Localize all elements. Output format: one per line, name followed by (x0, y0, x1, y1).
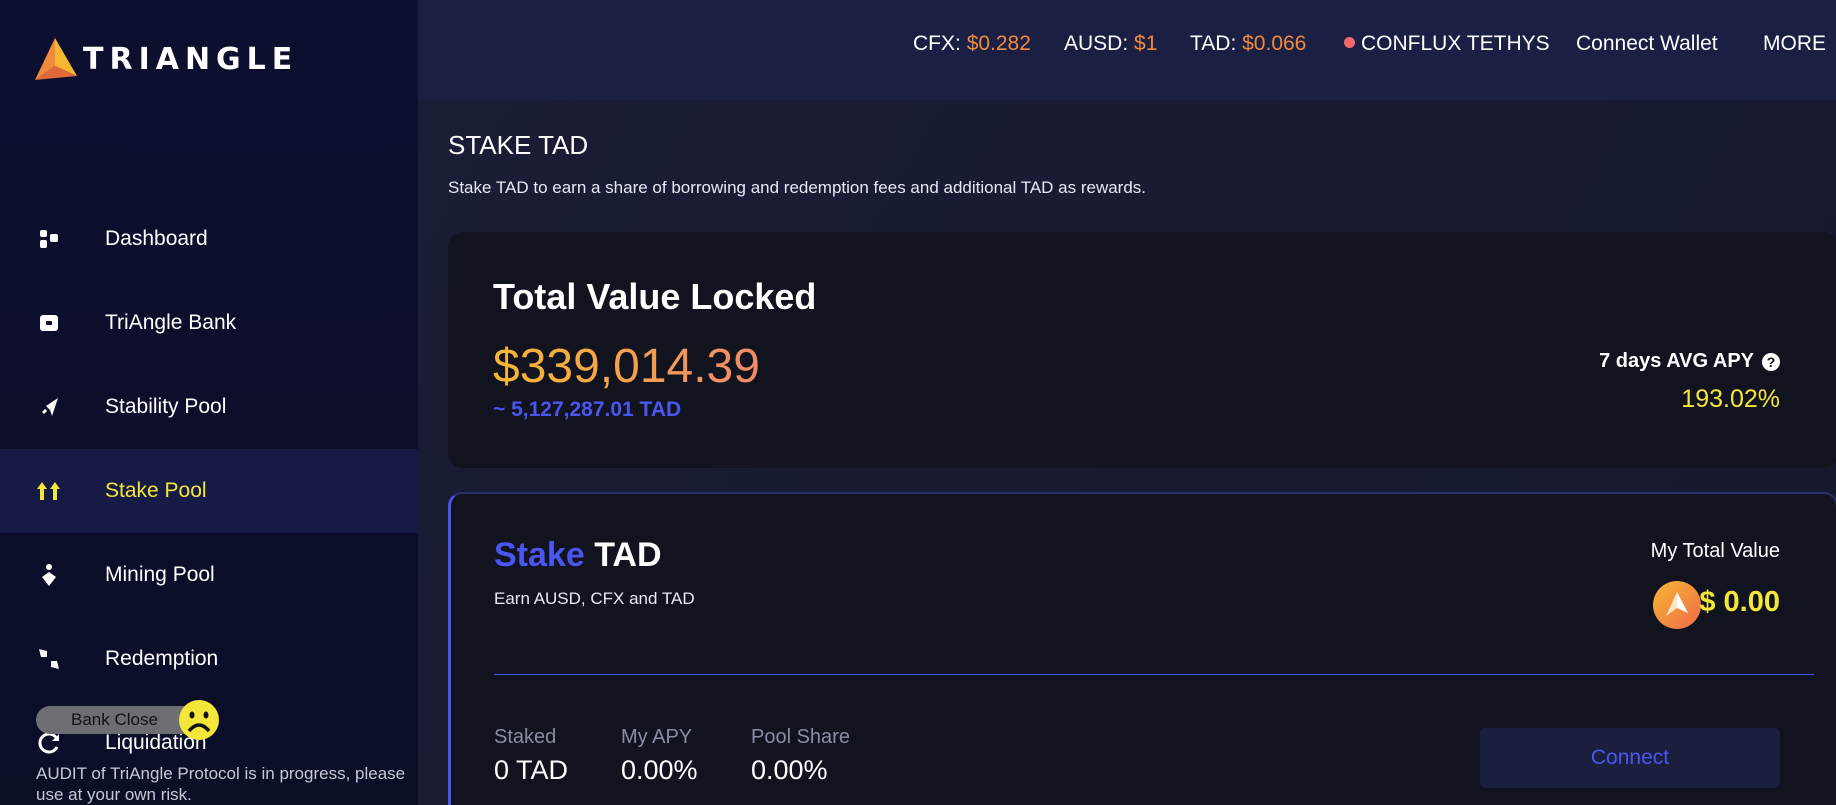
main-content: STAKE TAD Stake TAD to earn a share of b… (418, 100, 1836, 805)
tad-price-ticker: TAD: $0.066 (1190, 32, 1306, 56)
stake-subtitle: Earn AUSD, CFX and TAD (494, 589, 695, 608)
tvl-tad-amount: ~ 5,127,287.01 TAD (493, 398, 682, 421)
my-total-value: $ 0.00 (1699, 586, 1780, 618)
stat-value: 0.00% (751, 755, 828, 785)
stake-title-token: TAD (594, 536, 662, 574)
triangle-logo-icon (35, 38, 77, 80)
avg-apy-label-text: 7 days AVG APY (1599, 350, 1754, 372)
dashboard-icon (36, 226, 62, 252)
ausd-price-ticker: AUSD: $1 (1064, 32, 1157, 56)
sidebar-item-label: Redemption (105, 647, 219, 670)
stat-label: Pool Share (751, 726, 850, 748)
cfx-price: $0.282 (966, 32, 1031, 55)
sidebar-item-stability-pool[interactable]: Stability Pool (0, 365, 418, 449)
stat-value: 0 TAD (494, 755, 569, 785)
brand-logo[interactable]: TRIANGLE (33, 36, 298, 82)
stat-label: Staked (494, 726, 557, 748)
sidebar: TRIANGLE Dashboard TriAngle Bank Stabili… (0, 0, 418, 805)
more-menu-button[interactable]: MORE (1763, 32, 1826, 56)
sidebar-item-stake-pool[interactable]: Stake Pool (0, 449, 418, 533)
sidebar-nav: Dashboard TriAngle Bank Stability Pool S… (0, 197, 418, 785)
sidebar-item-dashboard[interactable]: Dashboard (0, 197, 418, 281)
stat-pool-share: Pool Share 0.00% (751, 726, 850, 786)
sidebar-item-label: Stake Pool (105, 479, 207, 502)
cfx-label: CFX: (913, 32, 961, 55)
stat-label: My APY (621, 726, 693, 748)
rocket-icon (36, 394, 62, 420)
bank-icon (36, 310, 62, 336)
sidebar-item-mining-pool[interactable]: Mining Pool (0, 533, 418, 617)
sidebar-item-label: Mining Pool (105, 563, 215, 586)
top-bar: CFX: $0.282 AUSD: $1 TAD: $0.066 CONFLUX… (418, 0, 1836, 100)
card-divider (494, 674, 1814, 675)
stat-staked: Staked 0 TAD (494, 726, 568, 786)
my-total-value-label: My Total Value (1650, 540, 1780, 562)
sidebar-item-label: TriAngle Bank (105, 311, 237, 334)
tad-label: TAD: (1190, 32, 1237, 55)
sidebar-item-bank[interactable]: TriAngle Bank (0, 281, 418, 365)
arrows-up-icon (36, 478, 62, 504)
tad-price: $0.066 (1242, 32, 1307, 55)
help-icon[interactable]: ? (1762, 352, 1780, 371)
stake-title-highlight: Stake (494, 536, 585, 574)
mining-icon (36, 562, 62, 588)
tvl-title: Total Value Locked (493, 276, 817, 317)
avg-apy-value: 193.02% (1681, 385, 1780, 413)
sidebar-item-label: Dashboard (105, 227, 208, 250)
network-status-dot (1344, 37, 1355, 48)
connect-button[interactable]: Connect (1480, 728, 1780, 788)
stake-card: Stake TAD Earn AUSD, CFX and TAD My Tota… (448, 492, 1836, 805)
network-indicator[interactable]: CONFLUX TETHYS (1344, 32, 1550, 56)
tvl-card: Total Value Locked $339,014.39 ~ 5,127,2… (448, 232, 1836, 468)
stat-my-apy: My APY 0.00% (621, 726, 698, 786)
stake-title: Stake TAD (494, 536, 662, 575)
page-title: STAKE TAD (448, 130, 589, 160)
connect-wallet-button[interactable]: Connect Wallet (1576, 32, 1718, 56)
sidebar-item-redemption[interactable]: Redemption (0, 617, 418, 701)
cfx-price-ticker: CFX: $0.282 (913, 32, 1031, 56)
sidebar-item-label: Stability Pool (105, 395, 227, 418)
avg-apy-label: 7 days AVG APY ? (1599, 350, 1780, 373)
page-description: Stake TAD to earn a share of borrowing a… (448, 178, 1147, 197)
ausd-label: AUSD: (1064, 32, 1129, 55)
sad-face-icon (178, 699, 220, 746)
tad-coin-icon (1652, 580, 1702, 635)
network-name: CONFLUX TETHYS (1361, 32, 1550, 55)
brand-name: TRIANGLE (83, 41, 299, 77)
tvl-value: $339,014.39 (493, 340, 760, 393)
audit-notice: AUDIT of TriAngle Protocol is in progres… (36, 764, 406, 804)
stat-value: 0.00% (621, 755, 698, 785)
ausd-price: $1 (1134, 32, 1158, 55)
collapse-icon (36, 646, 62, 672)
